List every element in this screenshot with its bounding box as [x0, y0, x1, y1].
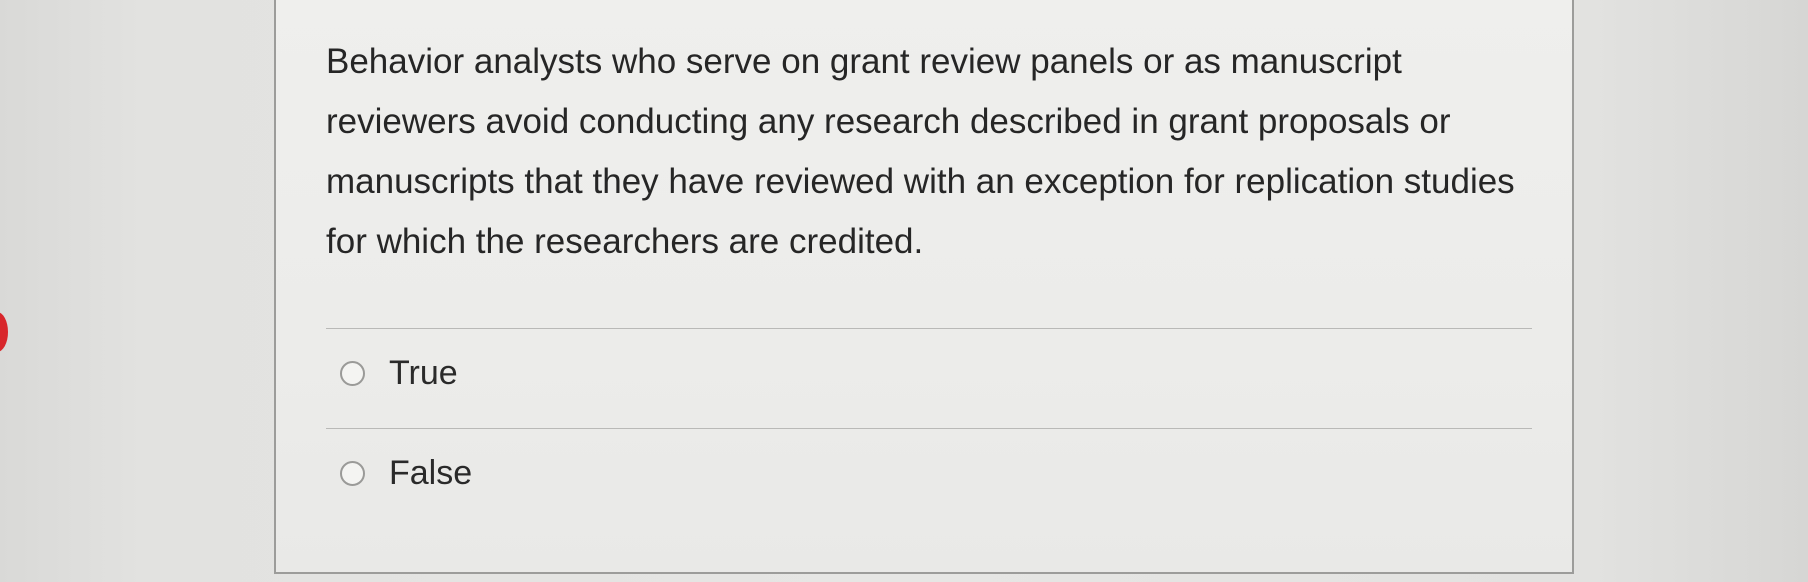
option-true[interactable]: True — [340, 351, 458, 395]
option-divider — [326, 428, 1532, 429]
side-marker — [0, 312, 8, 352]
radio-button-true[interactable] — [340, 360, 365, 386]
option-false[interactable]: False — [340, 451, 472, 495]
option-false-label: False — [389, 453, 473, 492]
question-text: Behavior analysts who serve on grant rev… — [326, 42, 1515, 261]
radio-button-false[interactable] — [340, 460, 365, 486]
option-true-label: True — [389, 353, 458, 392]
option-divider — [326, 328, 1532, 329]
question-card: Behavior analysts who serve on grant rev… — [274, 0, 1574, 574]
